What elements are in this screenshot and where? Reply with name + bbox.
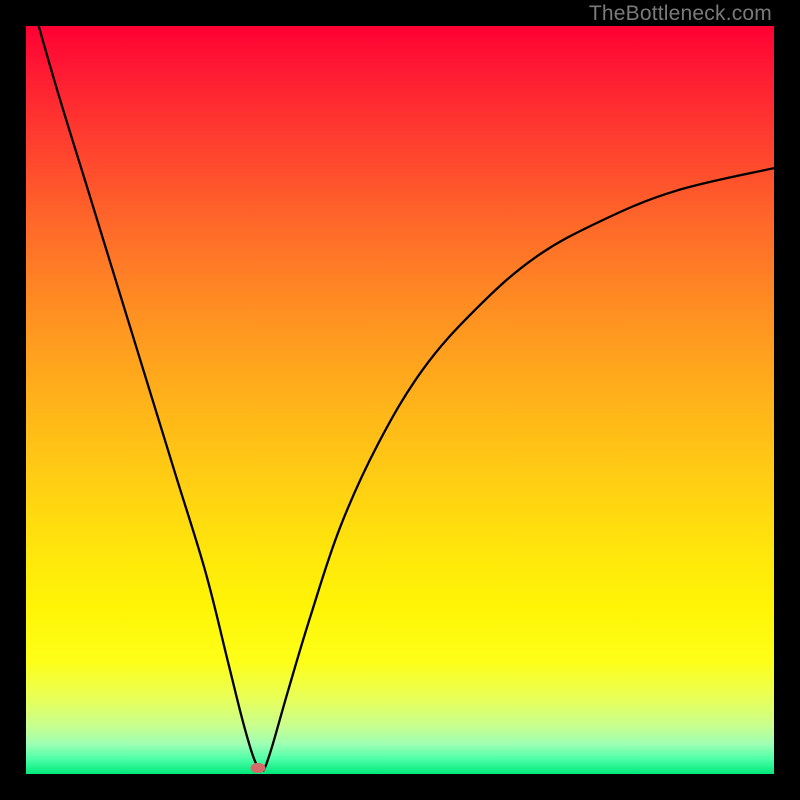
- chart-frame: TheBottleneck.com: [0, 0, 800, 800]
- bottleneck-curve: [26, 26, 774, 774]
- minimum-marker: [250, 763, 265, 773]
- plot-area: [26, 26, 774, 774]
- watermark-text: TheBottleneck.com: [589, 2, 772, 26]
